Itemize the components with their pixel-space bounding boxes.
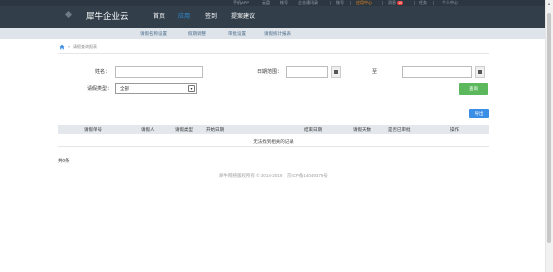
column-header-leave-id: 请假单号 xyxy=(84,127,102,132)
name-input[interactable] xyxy=(115,66,203,78)
home-icon[interactable] xyxy=(59,44,65,50)
subnav-item-leave-name-settings[interactable]: 请假名称设置 xyxy=(140,30,167,37)
page-footer: 犀牛网络版权所有 © 2014-2019 京ICP备14049379号 xyxy=(219,173,328,178)
top-divider xyxy=(382,1,383,5)
column-header-end-date: 结束日期 xyxy=(304,127,322,132)
message-count-badge: 10 xyxy=(397,1,404,5)
column-header-approved: 是否已审批 xyxy=(388,127,411,132)
column-header-applicant: 请假人 xyxy=(141,127,155,132)
leave-type-label: 请假类型： xyxy=(87,86,113,92)
chevron-down-icon: ▾ xyxy=(188,85,195,92)
export-button[interactable]: 导出 xyxy=(469,109,489,118)
date-range-label: 日期范围： xyxy=(257,69,283,75)
top-divider xyxy=(330,1,331,5)
breadcrumb-current: 请假查询报表 xyxy=(73,44,97,49)
total-count: 共0条 xyxy=(58,158,70,163)
empty-table-message: 无法找到相关的记录 xyxy=(58,136,489,147)
scroll-up-arrow-icon[interactable]: ▲ xyxy=(546,1,552,7)
brand-name[interactable]: 犀牛企业云 xyxy=(86,9,129,23)
breadcrumb-separator: » xyxy=(68,44,71,49)
nav-item-home[interactable]: 首页 xyxy=(153,12,165,22)
end-date-calendar-icon[interactable] xyxy=(475,66,485,78)
to-label: 至 xyxy=(372,69,378,75)
subnav-item-leave-stats-report[interactable]: 请假统计报表 xyxy=(264,30,291,37)
query-button[interactable]: 查询 xyxy=(459,83,488,95)
leave-type-selected-value: 全部 xyxy=(120,86,129,91)
nav-item-apps[interactable]: 应用 xyxy=(178,12,190,22)
top-divider xyxy=(350,1,351,5)
top-divider xyxy=(414,1,415,5)
column-header-actions: 操作 xyxy=(450,127,459,132)
nav-item-suggestions[interactable]: 提案建议 xyxy=(231,12,255,22)
column-header-leave-type: 请假类型 xyxy=(175,127,193,132)
name-label: 姓名： xyxy=(95,69,111,75)
scrollbar-thumb[interactable] xyxy=(547,13,551,243)
top-divider xyxy=(433,1,434,5)
column-header-start-date: 开始日期 xyxy=(206,127,224,132)
nav-item-checkin[interactable]: 签到 xyxy=(205,12,217,22)
start-date-input[interactable] xyxy=(286,66,328,78)
breadcrumb-divider xyxy=(58,53,489,54)
column-header-leave-days: 请假天数 xyxy=(353,127,371,132)
subnav-item-approval-settings[interactable]: 审批设置 xyxy=(228,30,246,37)
leave-type-select[interactable]: 全部 ▾ xyxy=(115,83,197,94)
start-date-calendar-icon[interactable] xyxy=(331,66,341,78)
table-header xyxy=(58,125,489,134)
end-date-input[interactable] xyxy=(402,66,472,78)
messages-label: 消息 xyxy=(388,0,396,5)
subnav-item-holiday-adjust[interactable]: 假期调整 xyxy=(188,30,206,37)
main-navigation xyxy=(0,6,545,28)
